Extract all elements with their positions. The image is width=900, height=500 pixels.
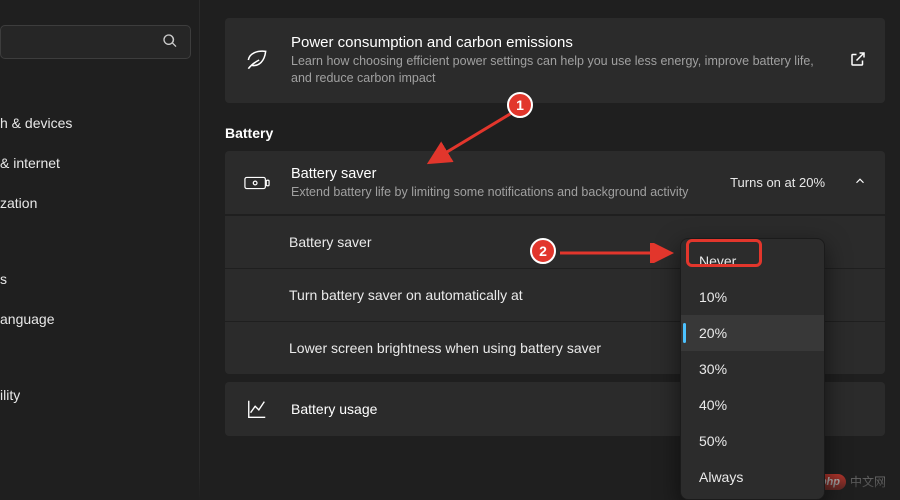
battery-usage-title: Battery usage xyxy=(291,401,377,417)
dropdown-option-50[interactable]: 50% xyxy=(681,423,824,459)
nav-item-label: & internet xyxy=(0,155,60,171)
sidebar-search[interactable] xyxy=(0,25,191,59)
annotation-badge-2: 2 xyxy=(530,238,556,264)
nav-item-time-language[interactable]: anguage xyxy=(0,300,193,338)
nav-item-label: h & devices xyxy=(0,115,72,131)
nav-item-accounts[interactable]: s xyxy=(0,260,193,298)
nav-item-label: zation xyxy=(0,195,37,211)
nav-item-bluetooth-devices[interactable]: h & devices xyxy=(0,104,193,142)
nav-item-accessibility[interactable]: ility xyxy=(0,376,193,414)
settings-sidebar: h & devices & internet zation s anguage … xyxy=(0,0,200,500)
sidebar-nav: h & devices & internet zation s anguage … xyxy=(0,104,199,414)
chart-line-icon xyxy=(243,398,271,420)
external-link-icon[interactable] xyxy=(849,50,867,71)
chevron-up-icon xyxy=(853,174,867,191)
dropdown-option-30[interactable]: 30% xyxy=(681,351,824,387)
power-card-title: Power consumption and carbon emissions xyxy=(291,34,829,51)
nav-item-network-internet[interactable]: & internet xyxy=(0,144,193,182)
dropdown-option-20[interactable]: 20% xyxy=(681,315,824,351)
leaf-icon xyxy=(243,47,271,73)
power-card-desc: Learn how choosing efficient power setti… xyxy=(291,53,829,87)
auto-on-dropdown[interactable]: Never 10% 20% 30% 40% 50% Always xyxy=(680,238,825,500)
battery-saver-icon xyxy=(243,170,271,196)
dropdown-option-10[interactable]: 10% xyxy=(681,279,824,315)
nav-item-label: s xyxy=(0,271,7,287)
dropdown-option-always[interactable]: Always xyxy=(681,459,824,495)
nav-item-label: ility xyxy=(0,387,20,403)
nav-item-personalization[interactable]: zation xyxy=(0,184,193,222)
power-consumption-card[interactable]: Power consumption and carbon emissions L… xyxy=(225,18,885,103)
annotation-badge-1: 1 xyxy=(507,92,533,118)
battery-saver-header[interactable]: Battery saver Extend battery life by lim… xyxy=(225,151,885,215)
battery-saver-status: Turns on at 20% xyxy=(730,175,825,190)
battery-section-label: Battery xyxy=(225,125,885,141)
battery-saver-desc: Extend battery life by limiting some not… xyxy=(291,184,710,200)
dropdown-option-40[interactable]: 40% xyxy=(681,387,824,423)
nav-item-label: anguage xyxy=(0,311,55,327)
watermark-text: 中文网 xyxy=(850,473,886,490)
search-icon xyxy=(162,33,178,52)
battery-saver-title: Battery saver xyxy=(291,166,710,182)
dropdown-option-never[interactable]: Never xyxy=(681,243,824,279)
